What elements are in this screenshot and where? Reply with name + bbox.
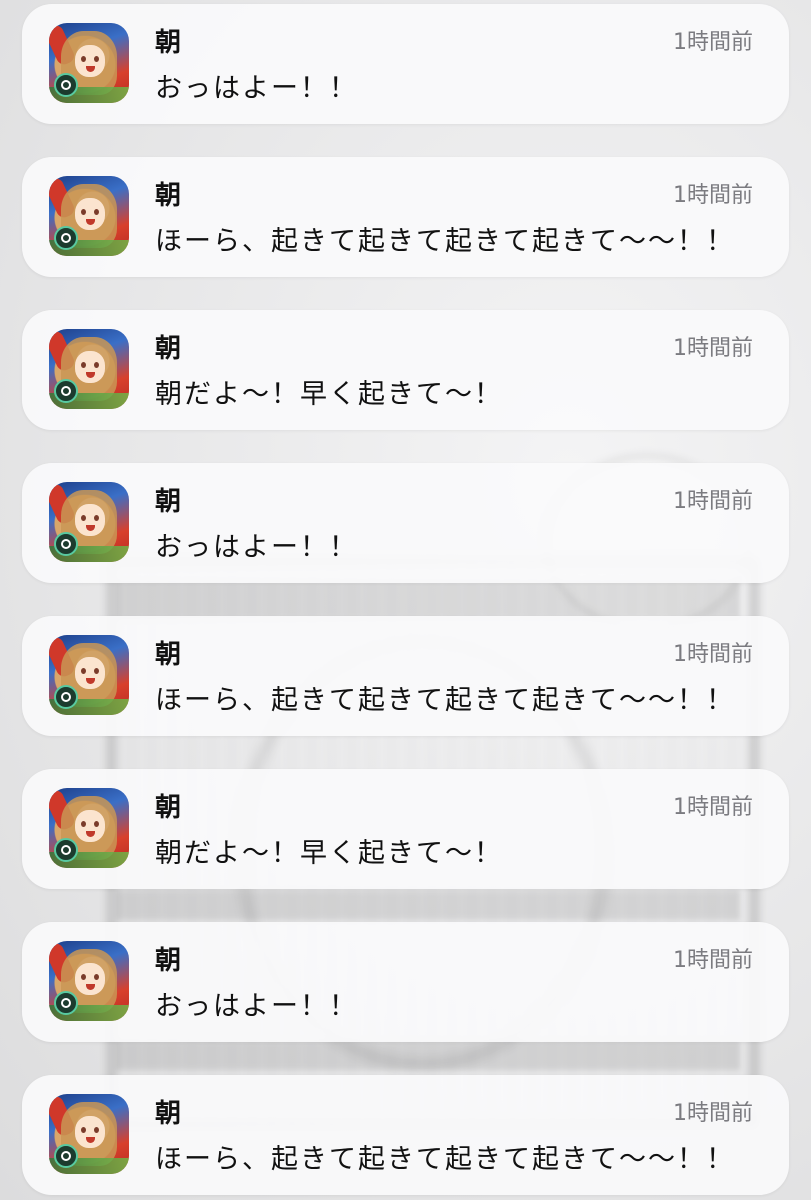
notification-body: 朝だよ〜！早く起きて〜！: [155, 838, 503, 869]
notification-title: 朝: [155, 793, 183, 823]
app-icon: [49, 23, 129, 103]
notification-body: おっはよー！！: [155, 532, 358, 563]
app-badge-icon: [54, 379, 78, 403]
notification-time: 1時間前: [673, 642, 753, 667]
notification-body: 朝だよ〜！早く起きて〜！: [155, 379, 503, 410]
app-icon: [49, 941, 129, 1021]
notification-body: ほーら、起きて起きて起きて起きて〜〜！！: [155, 226, 735, 257]
notification-time: 1時間前: [673, 489, 753, 514]
notification-card[interactable]: 朝 1時間前 ほーら、起きて起きて起きて起きて〜〜！！: [22, 1075, 789, 1195]
notification-title: 朝: [155, 946, 183, 976]
wallpaper-screentone: [118, 580, 738, 620]
notification-time: 1時間前: [673, 30, 753, 55]
notification-title: 朝: [155, 334, 183, 364]
notification-card[interactable]: 朝 1時間前 おっはよー！！: [22, 463, 789, 583]
notification-body: おっはよー！！: [155, 73, 358, 104]
wallpaper-screentone: [118, 1040, 738, 1070]
notification-card[interactable]: 朝 1時間前 おっはよー！！: [22, 922, 789, 1042]
app-badge-icon: [54, 73, 78, 97]
app-badge-icon: [54, 226, 78, 250]
notification-time: 1時間前: [673, 1101, 753, 1126]
notification-card[interactable]: 朝 1時間前 ほーら、起きて起きて起きて起きて〜〜！！: [22, 157, 789, 277]
notification-title: 朝: [155, 28, 183, 58]
app-icon: [49, 1094, 129, 1174]
app-badge-icon: [54, 532, 78, 556]
notification-title: 朝: [155, 181, 183, 211]
notification-title: 朝: [155, 487, 183, 517]
notification-card[interactable]: 朝 1時間前 朝だよ〜！早く起きて〜！: [22, 769, 789, 889]
app-badge-icon: [54, 991, 78, 1015]
notification-title: 朝: [155, 1099, 183, 1129]
app-icon: [49, 482, 129, 562]
notification-title: 朝: [155, 640, 183, 670]
wallpaper-screentone: [118, 890, 738, 920]
notification-body: ほーら、起きて起きて起きて起きて〜〜！！: [155, 1144, 735, 1175]
app-icon: [49, 635, 129, 715]
app-icon: [49, 176, 129, 256]
notification-time: 1時間前: [673, 336, 753, 361]
notification-card[interactable]: 朝 1時間前 ほーら、起きて起きて起きて起きて〜〜！！: [22, 616, 789, 736]
app-badge-icon: [54, 685, 78, 709]
app-badge-icon: [54, 838, 78, 862]
notification-time: 1時間前: [673, 183, 753, 208]
app-icon: [49, 329, 129, 409]
notification-body: おっはよー！！: [155, 991, 358, 1022]
notification-card[interactable]: 朝 1時間前 おっはよー！！: [22, 4, 789, 124]
app-badge-icon: [54, 1144, 78, 1168]
app-icon: [49, 788, 129, 868]
notification-body: ほーら、起きて起きて起きて起きて〜〜！！: [155, 685, 735, 716]
notification-time: 1時間前: [673, 795, 753, 820]
notification-card[interactable]: 朝 1時間前 朝だよ〜！早く起きて〜！: [22, 310, 789, 430]
notification-time: 1時間前: [673, 948, 753, 973]
